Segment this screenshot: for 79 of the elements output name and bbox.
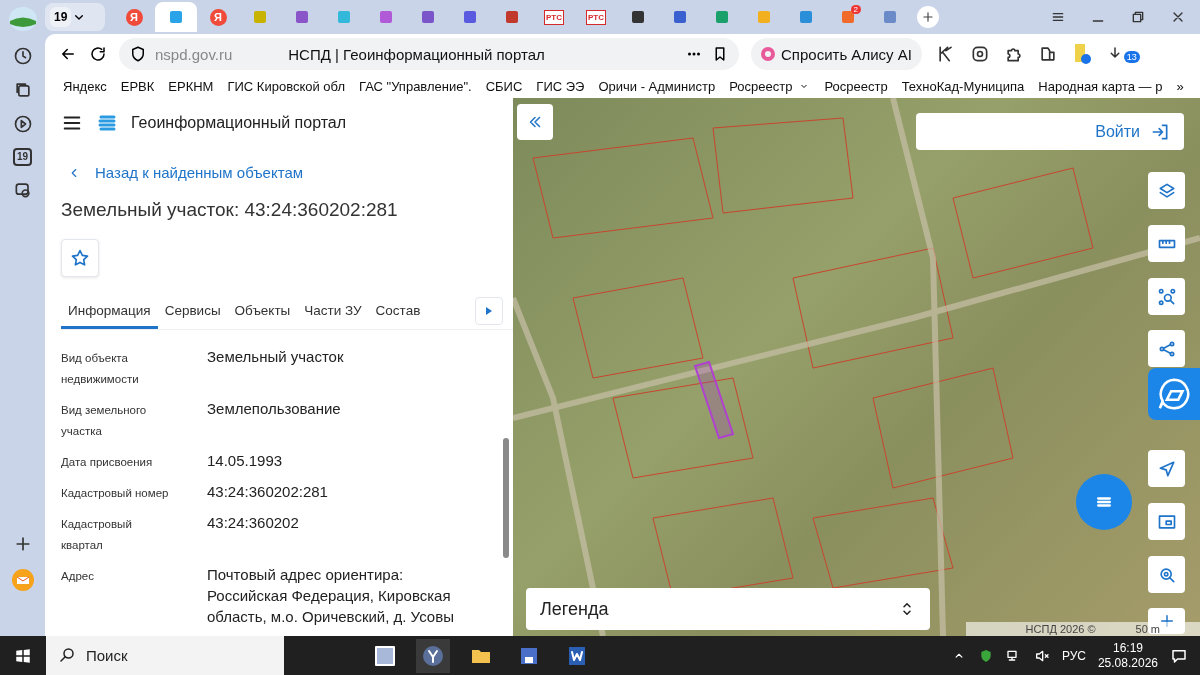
select-area-button[interactable]	[1148, 278, 1185, 315]
collapse-panel-button[interactable]	[517, 104, 553, 140]
picture-in-picture-button[interactable]	[1148, 503, 1185, 540]
triangle-right-icon	[486, 307, 492, 315]
field-value: 14.05.1993	[207, 451, 284, 471]
language-indicator[interactable]: РУС	[1061, 648, 1086, 663]
windows-logo-icon[interactable]	[14, 646, 32, 665]
portal-title: Геоинформационный портал	[131, 114, 347, 132]
map-attribution: НСПД 2026 ©	[1025, 623, 1096, 635]
browser-tab[interactable]: Я	[197, 2, 239, 32]
bookmark-link[interactable]: ТехноКад-Муниципа	[901, 78, 1025, 94]
location-search-button[interactable]	[1148, 556, 1185, 593]
browser-y-icon[interactable]	[421, 643, 445, 668]
info-tab[interactable]: Сервисы	[157, 303, 228, 329]
bookmark-link[interactable]: ЕРВК	[120, 78, 155, 94]
shield-icon[interactable]	[129, 45, 147, 63]
taskbar-clock[interactable]: 16:19 25.08.2026	[1097, 640, 1158, 671]
field-value: 43:24:360202:281	[207, 482, 329, 502]
notification-badge: 2	[850, 5, 861, 14]
address-bar[interactable]: nspd.gov.ru НСПД | Геоинформационный портал	[119, 38, 739, 70]
cadastre-tool-button[interactable]	[1148, 368, 1200, 420]
chat-button[interactable]	[1076, 474, 1132, 530]
bookmark-link[interactable]: ГАС "Управление".	[359, 78, 472, 94]
bookmark-link[interactable]: СБИС	[485, 78, 523, 94]
favorite-button[interactable]	[61, 239, 99, 277]
field-label: Адрес	[61, 569, 95, 584]
navigation-arrow-button[interactable]	[1148, 450, 1185, 487]
scrollbar[interactable]	[503, 438, 509, 558]
parcel-title: Земельный участок: 43:24:360202:281	[60, 198, 399, 221]
info-tab[interactable]: Объекты	[227, 303, 298, 329]
next-tabs-button[interactable]	[475, 297, 503, 325]
bookmark-link[interactable]: Росреестр	[824, 78, 888, 94]
field-value: Земельный участок	[207, 347, 345, 367]
field-label: Вид объекта недвижимости	[61, 351, 140, 387]
scale-label: 50 m	[1135, 623, 1160, 635]
info-tab[interactable]: Состав	[368, 303, 428, 329]
reload-icon[interactable]	[89, 45, 107, 63]
field-label: Дата присвоения	[61, 455, 154, 470]
browser-tab[interactable]: РТС	[533, 2, 575, 32]
portal-logo-icon	[97, 113, 117, 133]
select-area-icon[interactable]	[1156, 286, 1177, 307]
field-label: Кадастровый квартал	[61, 517, 133, 553]
bookmark-link[interactable]: ЕРКНМ	[168, 78, 214, 94]
zoom-in-button[interactable]	[1148, 608, 1185, 634]
back-link[interactable]: Назад к найденным объектам	[45, 142, 513, 181]
bookmark-link[interactable]: ГИС ЭЭ	[536, 78, 585, 94]
bookmark-link[interactable]: Оричи - Администр	[598, 78, 716, 94]
tab-group-chip[interactable]: 19	[45, 3, 105, 31]
restore-icon[interactable]	[1130, 9, 1146, 25]
star-icon[interactable]	[70, 248, 90, 268]
bookmark-link[interactable]: Народная карта — р	[1038, 78, 1163, 94]
browser-tab[interactable]: 2	[827, 2, 869, 32]
info-tab[interactable]: Части ЗУ	[297, 303, 369, 329]
info-tab[interactable]: Информация	[61, 303, 158, 329]
layers-button[interactable]	[1148, 172, 1185, 209]
field-value: Землепользование	[207, 399, 342, 419]
bookmark-link[interactable]: Росреестр	[729, 78, 811, 94]
calendar-icon[interactable]: 19	[12, 148, 33, 166]
globe-logo-icon[interactable]	[7, 6, 38, 32]
field-value: 43:24:360202	[207, 513, 300, 533]
bookmark-link[interactable]: ГИС Кировской обл	[227, 78, 345, 94]
play-icon[interactable]	[12, 114, 33, 134]
browser-tab[interactable]: Я	[113, 2, 155, 32]
field-label: Кадастровый номер	[61, 486, 170, 501]
login-button[interactable]: Войти	[916, 113, 1184, 150]
field-label: Вид земельного участка	[61, 403, 148, 439]
browser-tab[interactable]: РТС	[575, 2, 617, 32]
ruler-button[interactable]	[1148, 225, 1185, 262]
share-button[interactable]	[1148, 330, 1185, 367]
clock-icon[interactable]	[12, 46, 33, 66]
app-icon[interactable]	[373, 643, 397, 668]
search-icon[interactable]	[58, 646, 76, 664]
ask-alice-button[interactable]: Спросить Алису AI	[751, 38, 922, 70]
legend-dropdown[interactable]: Легенда	[526, 588, 930, 630]
bookmark-link[interactable]: Яндекс	[63, 78, 107, 94]
taskbar-search-field[interactable]: Поиск	[46, 636, 284, 675]
field-value: Почтовый адрес ориентира: Российская Федерация, Кировская область, м.о. Оричевский, д. Усовы	[207, 565, 455, 627]
downloads-button[interactable]: 13	[1105, 45, 1140, 63]
more-bookmarks-button[interactable]: »	[1176, 78, 1184, 94]
